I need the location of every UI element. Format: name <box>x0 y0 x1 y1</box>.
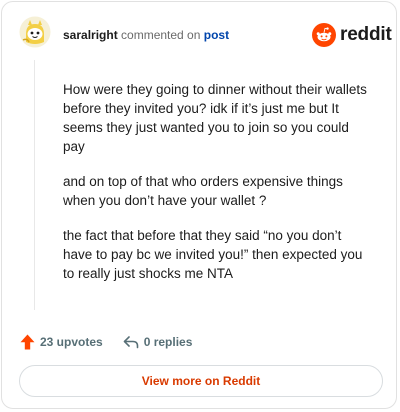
action-text: commented on <box>121 28 201 42</box>
post-link[interactable]: post <box>204 28 229 42</box>
comment-paragraph: the fact that before that they said “no … <box>63 228 363 281</box>
comment-paragraph: How were they going to dinner without th… <box>63 82 367 154</box>
reddit-wordmark: reddit <box>340 24 392 45</box>
comment-meta: saralright commented on post <box>63 28 229 42</box>
comment-embed-card: saralright commented on post reddit How … <box>1 1 397 409</box>
snoo-avatar-icon <box>19 16 51 48</box>
upvote-arrow-icon <box>20 334 35 350</box>
replies-button[interactable]: 0 replies <box>123 335 193 349</box>
user-avatar[interactable] <box>19 16 51 48</box>
reply-count: 0 replies <box>143 335 193 349</box>
comment-paragraph: and on top of that who orders expensive … <box>63 174 343 208</box>
reddit-logo-icon <box>312 23 336 47</box>
reply-arrow-icon <box>123 336 139 349</box>
view-more-button[interactable]: View more on Reddit <box>19 365 383 397</box>
username-link[interactable]: saralright <box>63 28 118 42</box>
comment-body: How were they going to dinner without th… <box>63 80 373 299</box>
reddit-logo[interactable]: reddit <box>312 22 392 48</box>
comment-actions: 23 upvotes 0 replies <box>20 333 192 351</box>
thread-line <box>34 60 35 310</box>
upvote-button[interactable]: 23 upvotes <box>20 334 103 350</box>
upvote-count: 23 upvotes <box>40 335 103 349</box>
